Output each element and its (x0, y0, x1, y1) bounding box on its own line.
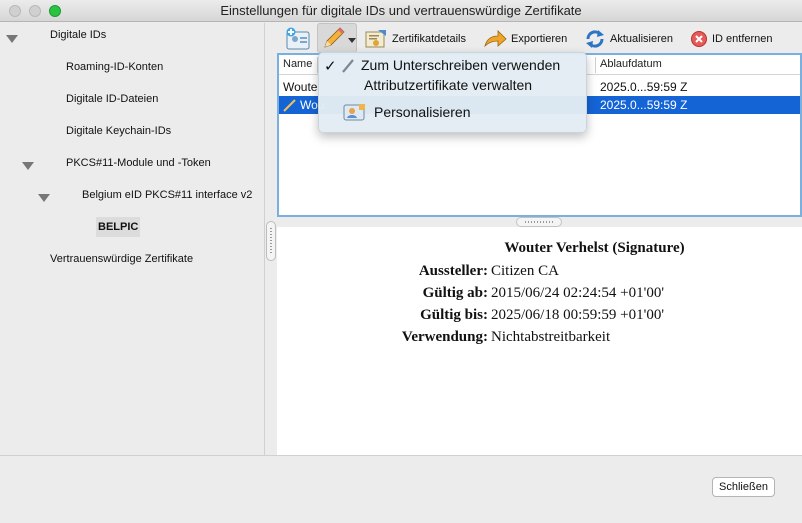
use-id-dropdown-menu: ✓ Zum Unterschreiben verwenden Attributz… (318, 52, 587, 133)
valid-from-value: 2015/06/24 02:24:54 +01'00' (491, 285, 665, 301)
cell-expiry: 2025.0...59:59 Z (600, 98, 688, 112)
sidebar-item-keychain-ids[interactable]: Digitale Keychain-IDs (66, 125, 171, 137)
certificate-details-label: Zertifikatdetails (392, 33, 466, 45)
sidebar-item-trusted-certs[interactable]: Vertrauenswürdige Zertifikate (50, 253, 193, 265)
title-bar: Einstellungen für digitale IDs und vertr… (0, 0, 802, 22)
certificate-details-pane: Wouter Verhelst (Signature) Aussteller: … (277, 227, 802, 455)
certificate-details-button[interactable]: Zertifikatdetails (364, 27, 466, 51)
refresh-icon (586, 30, 604, 48)
detail-row-issuer: Aussteller: Citizen CA (277, 263, 802, 285)
sidebar-item-digital-ids[interactable]: Digitale IDs (50, 29, 106, 41)
column-divider[interactable] (595, 57, 596, 73)
window-zoom-button[interactable] (49, 5, 61, 17)
usage-label: Verwendung: (401, 329, 488, 345)
sidebar-item-belpic[interactable]: BELPIC (96, 217, 141, 237)
pen-icon (342, 59, 354, 73)
disclosure-triangle-icon[interactable] (22, 162, 34, 170)
vertical-split-handle[interactable] (266, 221, 276, 261)
certificate-icon (365, 30, 386, 48)
sidebar-item-id-files[interactable]: Digitale ID-Dateien (66, 93, 158, 105)
issuer-value: Citizen CA (491, 263, 559, 279)
menu-item-personalize[interactable]: Personalisieren (374, 104, 471, 120)
add-id-button[interactable] (285, 27, 311, 51)
cell-name: Woute (283, 80, 318, 94)
footer-bar (0, 455, 802, 523)
refresh-button[interactable]: Aktualisieren (584, 27, 673, 51)
remove-id-label: ID entfernen (712, 33, 773, 45)
issuer-label: Aussteller: (418, 263, 488, 279)
valid-to-value: 2025/06/18 00:59:59 +01'00' (491, 307, 665, 323)
window-minimize-button[interactable] (29, 5, 41, 17)
chevron-down-icon (348, 38, 356, 43)
sidebar-item-pkcs11-modules[interactable]: PKCS#11-Module und -Token (66, 157, 211, 169)
export-arrow-icon (484, 30, 507, 48)
detail-row-valid-to: Gültig bis: 2025/06/18 00:59:59 +01'00' (277, 307, 802, 329)
export-label: Exportieren (511, 33, 568, 45)
detail-row-valid-from: Gültig ab: 2015/06/24 02:24:54 +01'00' (277, 285, 802, 307)
detail-row-usage: Verwendung: Nichtabstreitbarkeit (277, 329, 802, 351)
valid-to-label: Gültig bis: (420, 307, 488, 323)
sidebar-item-belgium-eid[interactable]: Belgium eID PKCS#11 interface v2 (82, 189, 252, 201)
checkmark-icon: ✓ (324, 58, 337, 75)
add-id-icon (286, 27, 310, 50)
pen-signature-icon (283, 99, 296, 112)
certificate-title: Wouter Verhelst (Signature) (504, 240, 685, 256)
close-button[interactable]: Schließen (712, 477, 775, 497)
menu-item-manage-attribute-certs[interactable]: Attributzertifikate verwalten (364, 77, 532, 93)
personalize-icon (343, 104, 365, 121)
disclosure-triangle-icon[interactable] (6, 35, 18, 43)
usage-value: Nichtabstreitbarkeit (491, 329, 611, 345)
window-close-button[interactable] (9, 5, 21, 17)
remove-id-button[interactable]: ID entfernen (690, 27, 773, 51)
valid-from-label: Gültig ab: (422, 285, 488, 301)
window-title: Einstellungen für digitale IDs und vertr… (220, 3, 582, 18)
use-id-menu-button[interactable] (317, 23, 357, 53)
export-button[interactable]: Exportieren (483, 27, 567, 51)
sidebar-tree: Digitale IDs Roaming-ID-Konten Digitale … (0, 23, 265, 455)
sidebar-item-roaming-id[interactable]: Roaming-ID-Konten (66, 61, 163, 73)
cell-expiry: 2025.0...59:59 Z (600, 80, 688, 94)
column-header-expiry[interactable]: Ablaufdatum (600, 58, 662, 70)
remove-x-icon (691, 31, 707, 47)
horizontal-split-handle[interactable] (516, 217, 562, 227)
disclosure-triangle-icon[interactable] (38, 194, 50, 202)
refresh-label: Aktualisieren (610, 33, 673, 45)
pencil-icon (324, 27, 345, 48)
menu-item-use-for-signing[interactable]: Zum Unterschreiben verwenden (361, 57, 560, 73)
column-header-name[interactable]: Name (283, 58, 312, 70)
